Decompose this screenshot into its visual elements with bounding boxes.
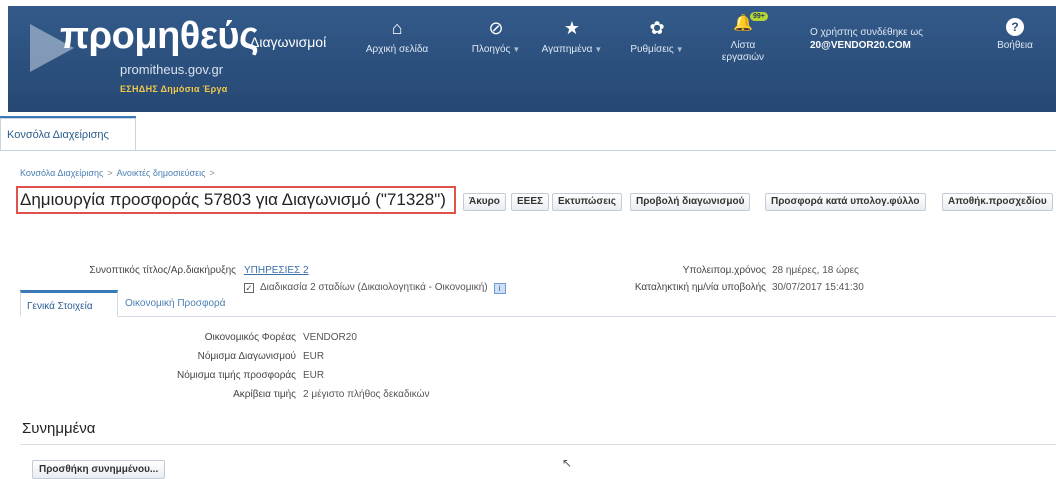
tab-divider (0, 150, 1056, 151)
breadcrumb: Κονσόλα Διαχείρισης > Ανοικτές δημοσιεύσει… (20, 168, 219, 178)
star-icon: ★ (563, 18, 581, 38)
tab-financial-offer[interactable]: Οικονομική Προσφορά (125, 298, 225, 309)
row-label-offer-currency: Νόμισμα τιμής προσφοράς (176, 370, 296, 381)
nav-navigator[interactable]: ⊘ Πλοηγός ▼ (468, 18, 524, 55)
row-label-vendor: Οικονομικός Φορέας (204, 332, 296, 343)
nav-help-label: Βοήθεια (997, 40, 1033, 51)
logo-main-text: προμηθεύς (60, 15, 259, 57)
subtab-divider (20, 316, 1056, 317)
nav-worklist[interactable]: 🔔 Λίστα εργασιών (708, 14, 778, 64)
user-info: Ο χρήστης συνδέθηκε ως 20@VENDOR20.COM (810, 26, 923, 52)
page-title: Δημιουργία προσφοράς 57803 για Διαγωνισμ… (20, 190, 446, 209)
user-info-line1: Ο χρήστης συνδέθηκε ως (810, 27, 923, 38)
gear-icon: ✿ (649, 18, 665, 38)
notification-badge: 99+ (750, 12, 768, 21)
nav-favorites-label: Αγαπημένα (541, 44, 593, 55)
help-icon: ? (1006, 18, 1024, 36)
summary-title-link[interactable]: ΥΠΗΡΕΣΙΕΣ 2 (244, 265, 309, 276)
nav-favorites[interactable]: ★ Αγαπημένα ▼ (536, 18, 608, 55)
breadcrumb-open-notices[interactable]: Ανοικτές δημοσιεύσεις (117, 168, 206, 178)
cancel-button[interactable]: Άκυρο (463, 193, 506, 211)
add-attachment-button[interactable]: Προσθήκη συνημμένου... (32, 460, 166, 479)
summary-title-value: ΥΠΗΡΕΣΙΕΣ 2 (244, 265, 309, 276)
deadline-value: 30/07/2017 15:41:30 (772, 282, 864, 293)
attachments-title: Συνημμένα (22, 420, 96, 437)
remaining-time-value: 28 ημέρες, 18 ώρες (772, 265, 859, 276)
logo-subtitle: Διαγωνισμοί (250, 34, 327, 50)
view-tender-button[interactable]: Προβολή διαγωνισμού (630, 193, 751, 211)
breadcrumb-console[interactable]: Κονσόλα Διαχείρισης (20, 168, 103, 178)
two-stage-checkbox[interactable]: ✓ (244, 283, 254, 293)
tab-general-label: Γενικά Στοιχεία (27, 301, 93, 312)
tab-general[interactable]: Γενικά Στοιχεία (20, 290, 118, 317)
nav-home-label: Αρχική σελίδα (365, 44, 429, 55)
row-value-price-precision: 2 μέγιστο πλήθος δεκαδικών (303, 389, 430, 400)
logo-org: ΕΣΗΔΗΣ Δημόσια Έργα (120, 84, 228, 94)
breadcrumb-separator: > (209, 168, 215, 178)
breadcrumb-separator: > (107, 168, 113, 178)
prints-button[interactable]: Εκτυπώσεις (552, 193, 622, 211)
home-icon: ⌂ (391, 18, 403, 38)
chevron-down-icon: ▼ (594, 45, 603, 54)
row-value-offer-currency: EUR (303, 370, 325, 381)
attachments-divider (20, 444, 1056, 445)
tab-console-label: Κονσόλα Διαχείρισης (7, 129, 109, 141)
info-icon[interactable]: i (493, 283, 506, 294)
row-label-tender-currency: Νόμισμα Διαγωνισμού (197, 351, 296, 362)
nav-settings-label: Ρυθμίσεις (630, 44, 674, 55)
mouse-cursor-icon: ↖ (562, 456, 573, 470)
nav-home[interactable]: ⌂ Αρχική σελίδα (362, 18, 432, 55)
user-info-email: 20@VENDOR20.COM (810, 40, 911, 51)
logo[interactable]: προμηθεύς Διαγωνισμοί promitheus.gov.gr … (20, 6, 330, 112)
chevron-down-icon: ▼ (675, 45, 684, 54)
remaining-time-label: Υπολειπομ.χρόνος (682, 265, 766, 276)
chevron-down-icon: ▼ (512, 45, 521, 54)
eeee-button[interactable]: ΕΕΕΣ (511, 193, 550, 211)
nav-help[interactable]: ? Βοήθεια (990, 18, 1040, 51)
compass-icon: ⊘ (488, 18, 504, 38)
summary-title-label: Συνοπτικός τίτλος/Αρ.διακήρυξης (89, 265, 236, 276)
row-label-price-precision: Ακρίβεια τιμής (233, 389, 296, 400)
nav-settings[interactable]: ✿ Ρυθμίσεις ▼ (624, 18, 690, 55)
two-stage-label: Διαδικασία 2 σταδίων (Δικαιολογητικά - Ο… (260, 282, 488, 293)
nav-worklist-label: Λίστα εργασιών (721, 40, 765, 63)
save-draft-button[interactable]: Αποθήκ.προσχεδίου (942, 193, 1053, 211)
row-value-tender-currency: EUR (303, 351, 325, 362)
nav-navigator-label: Πλοηγός (471, 44, 511, 55)
two-stage-row: ✓ Διαδικασία 2 σταδίων (Δικαιολογητικά - … (244, 282, 506, 294)
row-value-vendor: VENDOR20 (303, 332, 357, 343)
deadline-label: Καταληκτική ημ/νία υποβολής (634, 282, 766, 293)
tab-console[interactable]: Κονσόλα Διαχείρισης (0, 118, 136, 150)
logo-url: promitheus.gov.gr (120, 62, 224, 77)
app-header: προμηθεύς Διαγωνισμοί promitheus.gov.gr … (0, 0, 1056, 114)
spreadsheet-offer-button[interactable]: Προσφορά κατά υπολογ.φύλλο (765, 193, 926, 211)
